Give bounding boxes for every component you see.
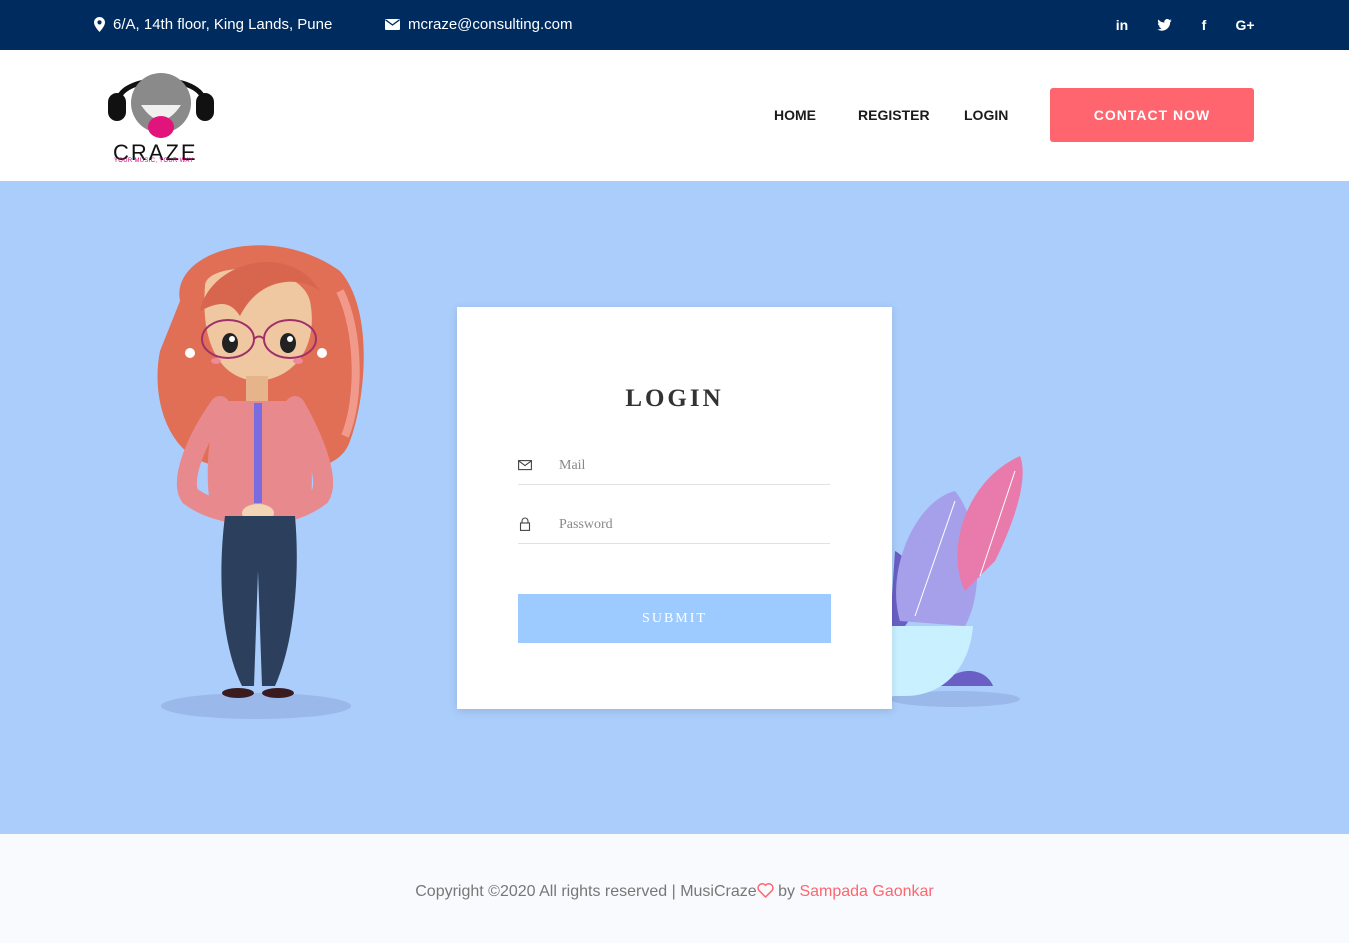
nav-login[interactable]: LOGIN [964, 107, 1008, 123]
lock-icon [519, 517, 531, 531]
address-info: 6/A, 14th floor, King Lands, Pune [94, 16, 332, 33]
logo-tagline: YOUR MUSIC, YOUR WAY [114, 158, 194, 164]
password-input[interactable] [559, 512, 819, 538]
nav-register[interactable]: REGISTER [858, 107, 930, 123]
linkedin-icon[interactable]: in [1112, 15, 1132, 35]
twitter-icon[interactable] [1154, 15, 1174, 35]
address-text: 6/A, 14th floor, King Lands, Pune [113, 16, 333, 33]
by-label: by [773, 883, 800, 900]
mail-field [518, 445, 830, 485]
google-plus-icon[interactable]: G+ [1235, 15, 1255, 35]
site-header: CRAZE YOUR MUSIC, YOUR WAY HOME REGISTER… [0, 50, 1349, 181]
email-text[interactable]: mcraze@consulting.com [408, 16, 572, 33]
heart-icon [757, 883, 774, 898]
copyright-text: Copyright ©2020 All rights reserved | Mu… [0, 883, 1349, 901]
site-footer: Copyright ©2020 All rights reserved | Mu… [0, 834, 1349, 943]
contact-now-button[interactable]: CONTACT NOW [1050, 88, 1254, 142]
email-info[interactable]: mcraze@consulting.com [385, 16, 572, 33]
envelope-icon [385, 19, 400, 30]
copyright-label: Copyright ©2020 All rights reserved | Mu… [415, 883, 757, 900]
submit-button[interactable]: SUBMIT [518, 594, 831, 643]
mail-input[interactable] [559, 453, 819, 479]
hero-section: LOGIN SUBMIT [0, 181, 1349, 834]
login-card: LOGIN SUBMIT [457, 307, 892, 709]
password-field [518, 504, 830, 544]
facebook-icon[interactable]: f [1194, 15, 1214, 35]
nav-home[interactable]: HOME [774, 107, 816, 123]
plant-illustration [890, 456, 1023, 707]
map-pin-icon [94, 17, 105, 32]
top-bar: 6/A, 14th floor, King Lands, Pune mcraze… [0, 0, 1349, 50]
login-title: LOGIN [625, 385, 724, 412]
envelope-icon [518, 460, 532, 471]
girl-illustration [157, 245, 364, 719]
author-link[interactable]: Sampada Gaonkar [799, 883, 933, 900]
